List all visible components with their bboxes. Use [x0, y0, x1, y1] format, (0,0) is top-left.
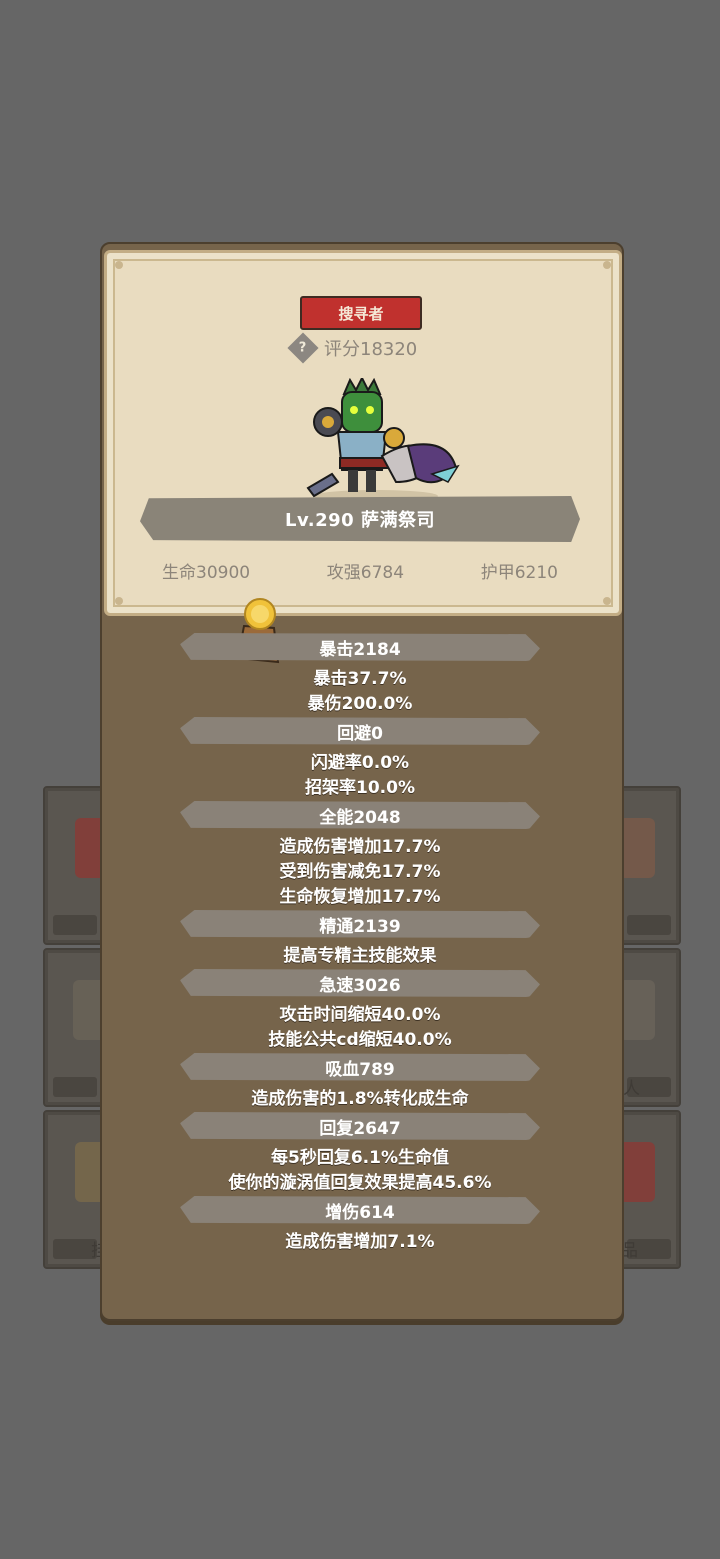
- help-icon[interactable]: ?: [287, 332, 319, 364]
- attr-line: 造成伤害增加7.1%: [285, 1232, 435, 1252]
- attr-header-versatility: 全能2048: [100, 798, 620, 832]
- attr-title: 吸血789: [325, 1059, 395, 1080]
- background-card-left-3: 挂: [43, 1110, 111, 1269]
- attr-line: 每5秒回复6.1%生命值: [271, 1148, 449, 1168]
- attr-header-crit: 暴击2184: [100, 630, 620, 664]
- attr-line: 攻击时间缩短40.0%: [279, 1005, 441, 1025]
- attr-line: 闪避率0.0%: [310, 753, 410, 773]
- attr-title: 暴击2184: [319, 639, 401, 660]
- attr-line: 使你的漩涡值回复效果提高45.6%: [228, 1173, 492, 1193]
- attr-title: 全能2048: [319, 807, 401, 828]
- score-value: 评分18320: [324, 339, 418, 360]
- background-card-left-1: [43, 786, 111, 945]
- attr-line: 技能公共cd缩短40.0%: [268, 1030, 452, 1050]
- stat-attack: 攻强6784: [326, 563, 405, 583]
- hero-class-tag: 搜寻者: [300, 296, 422, 330]
- attr-line: 造成伤害的1.8%转化成生命: [251, 1089, 469, 1109]
- attr-header-regen: 回复2647: [100, 1109, 620, 1143]
- attr-header-dodge: 回避0: [100, 714, 620, 748]
- attr-line: 生命恢复增加17.7%: [279, 887, 441, 907]
- attr-line: 招架率10.0%: [305, 778, 415, 798]
- background-label-right-mid: 人: [623, 1079, 640, 1099]
- attr-line: 暴伤200.0%: [307, 694, 413, 714]
- background-card-right-3: 品: [617, 1110, 681, 1269]
- attr-line: 受到伤害减免17.7%: [279, 862, 441, 882]
- stat-armor: 护甲6210: [480, 563, 558, 583]
- hero-name-banner: Lv.290 萨满祭司: [140, 496, 580, 542]
- attr-title: 回复2647: [319, 1118, 401, 1139]
- attr-title: 增伤614: [325, 1202, 395, 1223]
- hero-base-stats: 生命30900 攻强6784 护甲6210: [140, 558, 580, 586]
- hero-portrait: [306, 378, 460, 502]
- attr-line: 暴击37.7%: [313, 669, 407, 689]
- attr-header-damage-bonus: 增伤614: [100, 1193, 620, 1227]
- background-card-left-2: [43, 948, 109, 1107]
- attr-title: 急速3026: [319, 975, 401, 996]
- hero-score: ? 评分18320: [287, 332, 418, 364]
- stat-hp: 生命30900: [162, 563, 251, 583]
- attr-line: 提高专精主技能效果: [283, 946, 437, 966]
- background-card-right-2: 人: [617, 948, 681, 1107]
- attr-line: 造成伤害增加17.7%: [279, 837, 441, 857]
- background-card-right-1: [617, 786, 681, 945]
- attr-header-lifesteal: 吸血789: [100, 1050, 620, 1084]
- attr-title: 回避0: [337, 723, 383, 744]
- attr-header-mastery: 精通2139: [100, 907, 620, 941]
- attr-header-haste: 急速3026: [100, 966, 620, 1000]
- attribute-list: 暴击2184 暴击37.7% 暴伤200.0% 回避0 闪避率0.0% 招架率1…: [100, 630, 620, 1252]
- attr-title: 精通2139: [319, 916, 401, 937]
